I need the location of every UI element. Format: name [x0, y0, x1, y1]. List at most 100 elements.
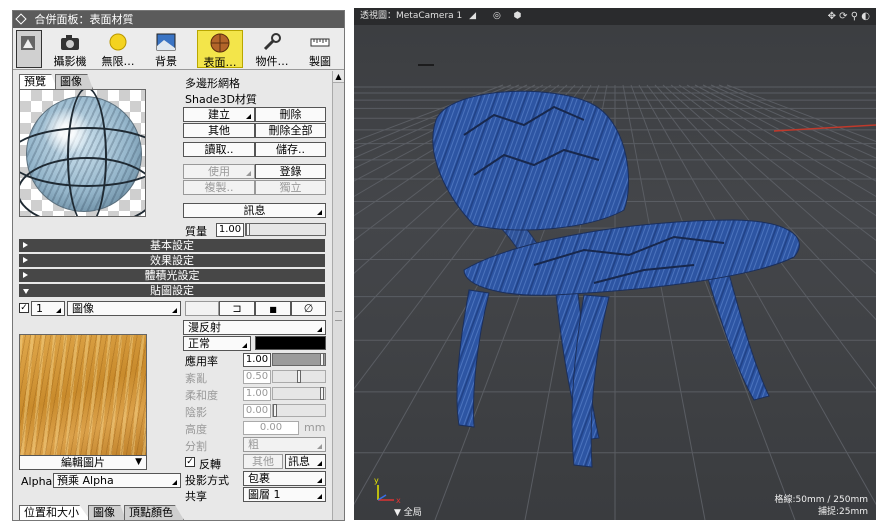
- slider-knob[interactable]: [320, 387, 324, 400]
- apply-rate-label: 應用率: [185, 355, 218, 368]
- expand-arrow-icon: [23, 257, 28, 263]
- mass-input[interactable]: 1.00: [216, 223, 244, 237]
- scope-dropdown[interactable]: ▼ 全局: [394, 505, 422, 518]
- use-button[interactable]: 使用: [183, 164, 255, 179]
- slider-knob[interactable]: [320, 353, 324, 366]
- rotate-icon[interactable]: ⟳: [839, 11, 847, 22]
- mass-slider[interactable]: [245, 223, 326, 236]
- grid-line: [630, 84, 796, 520]
- panel-scrollbar[interactable]: ▲: [332, 71, 344, 520]
- height-input[interactable]: 0.00: [243, 421, 299, 435]
- turbulence-input[interactable]: 0.50: [243, 370, 271, 384]
- copy-button[interactable]: 複製..: [183, 180, 255, 195]
- sphere-seam: [20, 157, 145, 216]
- section-effect-settings[interactable]: 效果設定: [19, 254, 325, 267]
- mapping-color-swatch[interactable]: [255, 336, 326, 350]
- dropdown-arrow-icon: [172, 480, 177, 485]
- panel-menu-icon[interactable]: [15, 13, 27, 25]
- zoom-icon[interactable]: ⚲: [851, 11, 858, 22]
- dropdown-arrow-icon: [317, 210, 322, 215]
- blend-mode-dropdown[interactable]: 正常: [183, 336, 251, 351]
- axis-gizmo: y x: [374, 476, 401, 505]
- layer-type-dropdown[interactable]: 圖像: [67, 301, 181, 316]
- mapping-info-button[interactable]: 訊息: [285, 454, 326, 469]
- apply-rate-slider[interactable]: [272, 353, 326, 366]
- object-icon: [21, 36, 35, 50]
- shadow-input[interactable]: 0.00: [243, 404, 271, 418]
- grid-line: [654, 84, 876, 321]
- split-dropdown[interactable]: 粗: [243, 437, 326, 452]
- invert-checkbox[interactable]: ✓: [185, 457, 195, 467]
- shadow-slider[interactable]: [272, 404, 326, 417]
- chair-backrest: [432, 90, 629, 231]
- view-options-icon[interactable]: ◐: [861, 11, 870, 22]
- tool-camera[interactable]: 攝影機: [47, 30, 93, 68]
- tab-position-size[interactable]: 位置和大小: [19, 505, 90, 520]
- layer-up-button[interactable]: [185, 301, 219, 316]
- slider-knob[interactable]: [246, 223, 250, 236]
- delete-button[interactable]: 刪除: [255, 107, 326, 122]
- info-dropdown[interactable]: 訊息: [183, 203, 326, 218]
- section-volume-light-settings[interactable]: 體積光設定: [19, 269, 325, 282]
- unique-button[interactable]: 獨立: [255, 180, 326, 195]
- section-basic-settings[interactable]: 基本設定: [19, 239, 325, 252]
- scroll-grip-icon[interactable]: [335, 311, 342, 321]
- softness-label: 柔和度: [185, 389, 218, 402]
- share-dropdown[interactable]: 圖層 1: [243, 487, 326, 502]
- pan-icon[interactable]: ✥: [828, 11, 836, 22]
- mapping-tabs: 位置和大小 圖像 頂點顏色: [19, 505, 184, 520]
- section-mapping-settings[interactable]: 貼圖設定: [19, 284, 325, 297]
- tool-object[interactable]: [16, 30, 42, 68]
- empty-set-icon: ∅: [303, 302, 314, 315]
- save-button[interactable]: 儲存..: [255, 142, 326, 157]
- tab-mapping-image[interactable]: 圖像: [88, 505, 126, 520]
- grid-line: [726, 84, 876, 142]
- tool-drafting[interactable]: 製圖: [297, 30, 343, 68]
- projection-dropdown[interactable]: 包裹: [243, 471, 326, 486]
- tool-infinite-light[interactable]: 無限…: [95, 30, 141, 68]
- target-icon[interactable]: ◎: [493, 11, 501, 21]
- alpha-label: Alpha: [21, 475, 53, 488]
- layer-enable-checkbox[interactable]: ✓: [19, 303, 29, 313]
- tool-surface-material[interactable]: 表面…: [197, 30, 243, 69]
- ruler-icon: [310, 38, 330, 47]
- scroll-up-icon[interactable]: ▲: [333, 71, 344, 83]
- invert-label: 反轉: [199, 458, 221, 471]
- perspective-viewport[interactable]: 透視圖：MetaCamera 1 ◢ ◎ ⬢ ✥ ⟳ ⚲ ◐ y x ▼ 全局 …: [354, 8, 876, 520]
- layer-clear-button[interactable]: ∅: [291, 301, 326, 316]
- viewport-title[interactable]: 透視圖：MetaCamera 1: [360, 11, 462, 21]
- preview-tabs: 預覽 圖像: [19, 74, 93, 89]
- panel-title: 合併面板：表面材質: [34, 13, 134, 26]
- layer-swap-button[interactable]: ⊐: [219, 301, 255, 316]
- apply-rate-input[interactable]: 1.00: [243, 353, 271, 367]
- layer-index-dropdown[interactable]: 1: [31, 301, 65, 316]
- slider-knob[interactable]: [296, 370, 301, 383]
- create-button[interactable]: 建立: [183, 107, 255, 122]
- layer-solo-button[interactable]: ■: [255, 301, 291, 316]
- read-button[interactable]: 讀取..: [183, 142, 255, 157]
- dropdown-arrow-icon: [317, 327, 322, 332]
- edit-image-dropdown[interactable]: 編輯圖片 ▼: [19, 455, 147, 470]
- tool-object-info[interactable]: 物件…: [249, 30, 295, 68]
- slider-knob[interactable]: [273, 404, 277, 417]
- mapping-texture-preview[interactable]: [19, 334, 147, 462]
- chair-model[interactable]: [432, 90, 800, 468]
- tab-preview[interactable]: 預覽: [19, 74, 57, 89]
- cube-icon[interactable]: ⬢: [514, 11, 522, 21]
- tool-background[interactable]: 背景: [143, 30, 189, 68]
- channel-dropdown[interactable]: 漫反射: [183, 320, 326, 335]
- dropdown-arrow-icon: ▼: [135, 457, 142, 467]
- turbulence-slider[interactable]: [272, 370, 326, 383]
- camera-dropdown-icon[interactable]: ◢: [469, 11, 476, 21]
- softness-slider[interactable]: [272, 387, 326, 400]
- tab-image[interactable]: 圖像: [55, 74, 93, 89]
- mapping-other-button[interactable]: 其他: [243, 454, 283, 469]
- other-button[interactable]: 其他: [183, 123, 255, 138]
- register-button[interactable]: 登錄: [255, 164, 326, 179]
- tab-vertex-color[interactable]: 頂點顏色: [124, 505, 184, 520]
- grid-line: [678, 84, 876, 217]
- delete-all-button[interactable]: 刪除全部: [255, 123, 326, 138]
- split-label: 分割: [185, 440, 207, 453]
- softness-input[interactable]: 1.00: [243, 387, 271, 401]
- alpha-dropdown[interactable]: 預乘 Alpha: [53, 473, 181, 488]
